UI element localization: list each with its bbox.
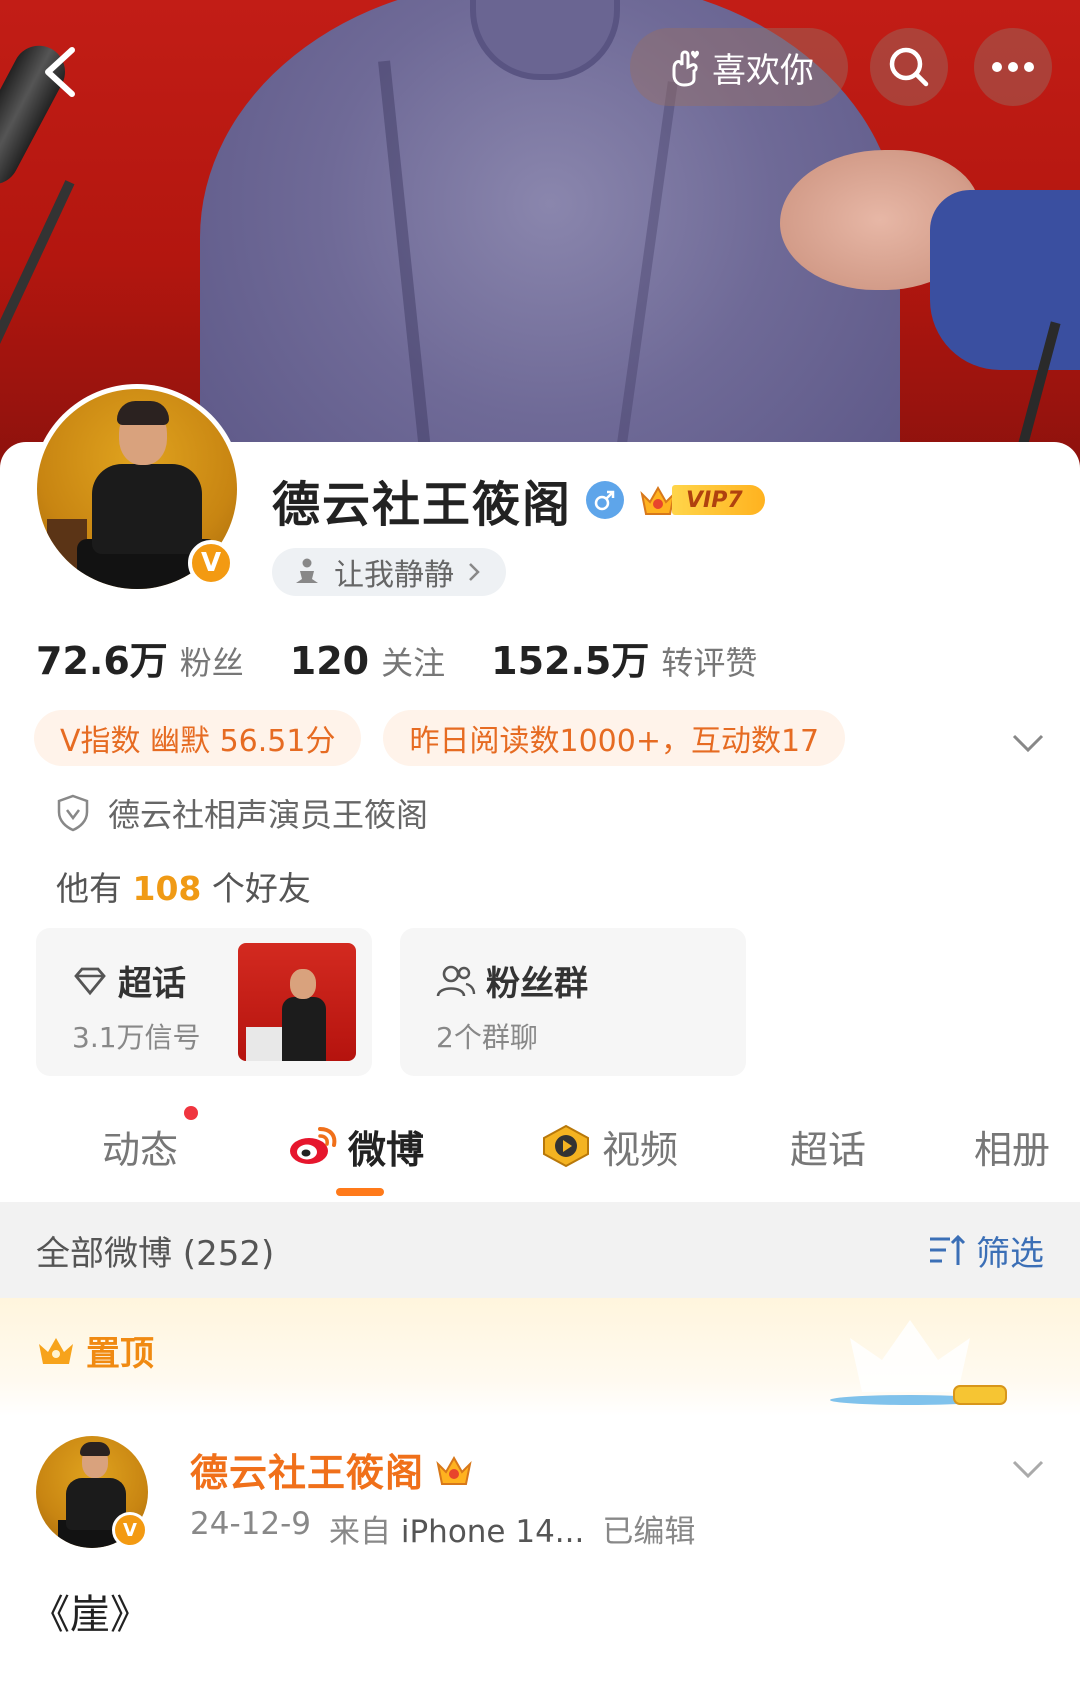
stat-following[interactable]: 120 关注 xyxy=(290,638,445,684)
tab-video[interactable]: 视频 xyxy=(540,1120,678,1172)
super-topic-tile[interactable]: 超话 3.1万信号 xyxy=(36,928,372,1076)
tab-label: 超话 xyxy=(790,1127,867,1172)
profile-name: 德云社王筱阁 xyxy=(272,477,573,533)
cover-mic-stand xyxy=(0,180,75,420)
active-tab-indicator xyxy=(336,1188,384,1196)
back-button[interactable] xyxy=(28,40,92,104)
more-dots-icon xyxy=(992,62,1034,72)
unread-dot xyxy=(184,1106,198,1120)
friends-count: 108 xyxy=(132,869,202,908)
filter-icon xyxy=(930,1234,966,1265)
more-button[interactable] xyxy=(974,28,1052,106)
verified-shield-icon xyxy=(57,794,89,832)
tile-title: 粉丝群 xyxy=(486,964,588,1004)
stat-label: 关注 xyxy=(381,644,446,682)
male-gender-icon xyxy=(586,481,625,519)
chevron-down-icon[interactable] xyxy=(1008,722,1048,762)
stat-value: 72.6万 xyxy=(36,639,168,683)
filter-button[interactable]: 筛选 xyxy=(928,1226,1044,1275)
verification-text: 德云社相声演员王筱阁 xyxy=(108,796,429,834)
pinned-banner: 置顶 xyxy=(0,1298,1080,1416)
crown-icon xyxy=(39,1337,73,1364)
all-weibo-bar: 全部微博 (252) 筛选 xyxy=(0,1202,1080,1298)
tab-label: 动态 xyxy=(102,1127,179,1172)
post-device[interactable]: iPhone 14... xyxy=(401,1514,585,1550)
search-button[interactable] xyxy=(870,28,948,106)
tab-label: 视频 xyxy=(602,1127,679,1172)
tile-title: 超话 xyxy=(118,964,186,1004)
profile-name-row: 德云社王筱阁 VIP7 xyxy=(272,470,765,533)
tile-subtitle: 3.1万信号 xyxy=(72,1021,201,1054)
pinned-text: 置顶 xyxy=(86,1334,154,1374)
diamond-icon xyxy=(74,967,106,995)
post-author-name[interactable]: 德云社王筱阁 xyxy=(190,1442,424,1497)
profile-avatar[interactable]: V xyxy=(32,384,242,594)
finger-heart-icon xyxy=(672,50,699,87)
friends-prefix: 他有 xyxy=(56,869,122,908)
tab-super-topic[interactable]: 超话 xyxy=(790,1120,866,1172)
tab-label: 微博 xyxy=(348,1127,425,1172)
v-index-chip[interactable]: V指数 幽默 56.51分 xyxy=(34,710,362,766)
friends-suffix: 个好友 xyxy=(211,869,311,908)
super-topic-thumbnail xyxy=(238,943,356,1061)
tab-dynamics[interactable]: 动态 xyxy=(102,1120,178,1172)
filter-label: 筛选 xyxy=(976,1233,1044,1274)
all-weibo-count: 全部微博 (252) xyxy=(36,1233,275,1274)
vip-level-label: VIP7 xyxy=(672,485,765,515)
pinned-label-row: 置顶 xyxy=(36,1326,154,1375)
verified-v-icon: V xyxy=(112,1512,148,1548)
tab-weibo[interactable]: 微博 xyxy=(288,1120,424,1172)
pinned-crown-decoration-icon xyxy=(830,1320,1007,1405)
post-edited-label[interactable]: 已编辑 xyxy=(602,1506,695,1551)
friends-row[interactable]: 他有 108 个好友 xyxy=(56,862,311,910)
vip-badge[interactable]: VIP7 xyxy=(638,480,765,520)
tab-album[interactable]: 相册 xyxy=(974,1120,1050,1172)
signature-pill[interactable]: 让我静静 xyxy=(272,548,506,596)
stat-followers[interactable]: 72.6万 粉丝 xyxy=(36,630,244,685)
video-play-icon xyxy=(543,1124,589,1168)
chevron-down-icon[interactable] xyxy=(1008,1448,1048,1488)
vip-crown-icon xyxy=(436,1455,472,1485)
stat-value: 152.5万 xyxy=(491,639,650,683)
post-text[interactable]: 《崖》 xyxy=(30,1582,150,1640)
chevron-right-icon xyxy=(469,563,480,581)
verification-row: 德云社相声演员王筱阁 xyxy=(56,790,428,836)
profile-stats: 72.6万 粉丝 120 关注 152.5万 转评赞 xyxy=(36,630,803,685)
stat-label: 粉丝 xyxy=(179,644,244,682)
stat-value: 120 xyxy=(289,639,370,683)
weibo-logo-icon xyxy=(290,1127,337,1164)
post-date: 24-12-9 xyxy=(190,1506,311,1542)
like-you-label: 喜欢你 xyxy=(712,50,814,91)
post-author-avatar[interactable]: V xyxy=(36,1436,154,1554)
tab-label: 相册 xyxy=(974,1127,1051,1172)
verified-v-icon: V xyxy=(188,540,234,586)
info-chips: V指数 幽默 56.51分 昨日阅读数1000+，互动数17 xyxy=(34,710,846,766)
group-people-icon xyxy=(436,965,476,996)
search-icon xyxy=(889,47,929,87)
fan-group-tile[interactable]: 粉丝群 2个群聊 xyxy=(400,928,746,1076)
cover-sleeve xyxy=(930,190,1080,370)
post-meta: 24-12-9 来自 iPhone 14... 已编辑 xyxy=(190,1506,695,1551)
chevron-left-icon xyxy=(45,47,75,97)
tile-subtitle: 2个群聊 xyxy=(436,1021,538,1054)
signature-text: 让我静静 xyxy=(334,558,454,593)
like-you-button[interactable]: 喜欢你 xyxy=(630,28,848,106)
reading-stats-chip[interactable]: 昨日阅读数1000+，互动数17 xyxy=(383,710,846,766)
stat-reposts-comments-likes[interactable]: 152.5万 转评赞 xyxy=(491,630,757,685)
stat-label: 转评赞 xyxy=(661,644,758,682)
post-author-row: 德云社王筱阁 xyxy=(190,1442,474,1497)
post-source-prefix: 来自 xyxy=(329,1514,391,1550)
meditation-person-icon xyxy=(296,558,318,583)
